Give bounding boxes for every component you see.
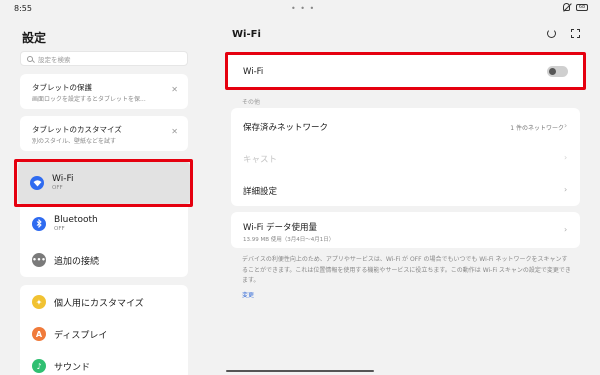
bluetooth-icon — [32, 216, 46, 231]
wifi-toggle-label: Wi-Fi — [243, 67, 264, 77]
sidebar-item-sound[interactable]: ♪ サウンド — [20, 359, 188, 373]
advanced-settings-label: 詳細設定 — [243, 187, 278, 197]
scan-description: デバイスの利便性向上のため、アプリやサービスは、Wi-Fi が OFF の場合で… — [242, 256, 571, 284]
sound-icon: ♪ — [32, 359, 46, 373]
tip-card-customize[interactable]: タブレットのカスタマイズ 別のスタイル、壁紙などを試す ✕ — [20, 116, 188, 151]
mute-bell-icon — [563, 3, 570, 11]
personalize-icon: ✦ — [32, 295, 46, 309]
sidebar-item-label: サウンド — [54, 362, 91, 373]
highlight-box-wifi — [14, 159, 193, 207]
scan-qr-icon[interactable] — [571, 29, 580, 38]
sidebar-item-bluetooth[interactable]: Bluetooth OFF — [20, 207, 188, 239]
wifi-toggle-switch[interactable] — [547, 66, 568, 77]
section-label-other: その他 — [242, 99, 261, 106]
wifi-data-usage-row[interactable]: Wi-Fi データ使用量 13.99 MB 使用（3月4日～4月1日） › — [231, 212, 580, 248]
tip-card-protect[interactable]: タブレットの保護 画面ロックを設定するとタブレットを保... ✕ — [20, 74, 188, 109]
multitask-dots[interactable]: • • • — [291, 4, 315, 13]
tip-title: タブレットのカスタマイズ — [32, 125, 122, 134]
status-bar: 8:55 • • • 68 — [0, 0, 600, 18]
refresh-icon[interactable] — [547, 29, 556, 38]
sidebar-item-label: Bluetooth — [54, 215, 98, 225]
close-icon[interactable]: ✕ — [171, 127, 178, 136]
close-icon[interactable]: ✕ — [171, 85, 178, 94]
personalization-card: ✦ 個人用にカスタマイズ A ディスプレイ ♪ サウンド — [20, 285, 188, 375]
chevron-right-icon: › — [564, 185, 568, 194]
sidebar-item-status: OFF — [54, 226, 65, 232]
tip-subtitle: 別のスタイル、壁紙などを試す — [32, 138, 117, 145]
page-title: Wi-Fi — [232, 29, 261, 40]
chevron-right-icon: › — [564, 121, 568, 130]
data-usage-label: Wi-Fi データ使用量 — [243, 223, 317, 233]
advanced-settings-row[interactable] — [231, 174, 580, 206]
home-indicator[interactable] — [226, 370, 374, 372]
more-connections-icon: ••• — [32, 253, 46, 267]
tip-title: タブレットの保護 — [32, 83, 92, 92]
saved-networks-label: 保存済みネットワーク — [243, 123, 329, 133]
cast-row — [231, 141, 580, 174]
battery-icon: 68 — [576, 3, 588, 11]
sidebar-item-label: ディスプレイ — [54, 330, 108, 341]
search-icon — [27, 55, 33, 62]
wifi-toggle-row[interactable] — [225, 52, 586, 90]
change-link[interactable]: 変更 — [242, 290, 254, 299]
search-placeholder: 設定を検索 — [38, 55, 71, 64]
sidebar-item-label: 個人用にカスタマイズ — [54, 298, 144, 309]
tip-subtitle: 画面ロックを設定するとタブレットを保... — [32, 96, 146, 103]
sidebar-item-more-connections[interactable]: ••• 追加の接続 — [20, 246, 188, 274]
settings-title: 設定 — [22, 31, 47, 45]
data-usage-sub: 13.99 MB 使用（3月4日～4月1日） — [243, 237, 335, 243]
display-icon: A — [32, 327, 46, 341]
chevron-right-icon: › — [564, 225, 568, 234]
chevron-right-icon: › — [564, 153, 568, 162]
saved-networks-count: 1 件のネットワーク — [510, 125, 564, 132]
sidebar-item-display[interactable]: A ディスプレイ — [20, 327, 188, 341]
sidebar-item-personalize[interactable]: ✦ 個人用にカスタマイズ — [20, 295, 188, 309]
settings-search-input[interactable]: 設定を検索 — [20, 51, 188, 66]
toggle-knob — [549, 68, 556, 75]
status-time: 8:55 — [14, 4, 32, 13]
cast-label: キャスト — [243, 155, 278, 165]
sidebar-item-label: 追加の接続 — [54, 256, 100, 267]
